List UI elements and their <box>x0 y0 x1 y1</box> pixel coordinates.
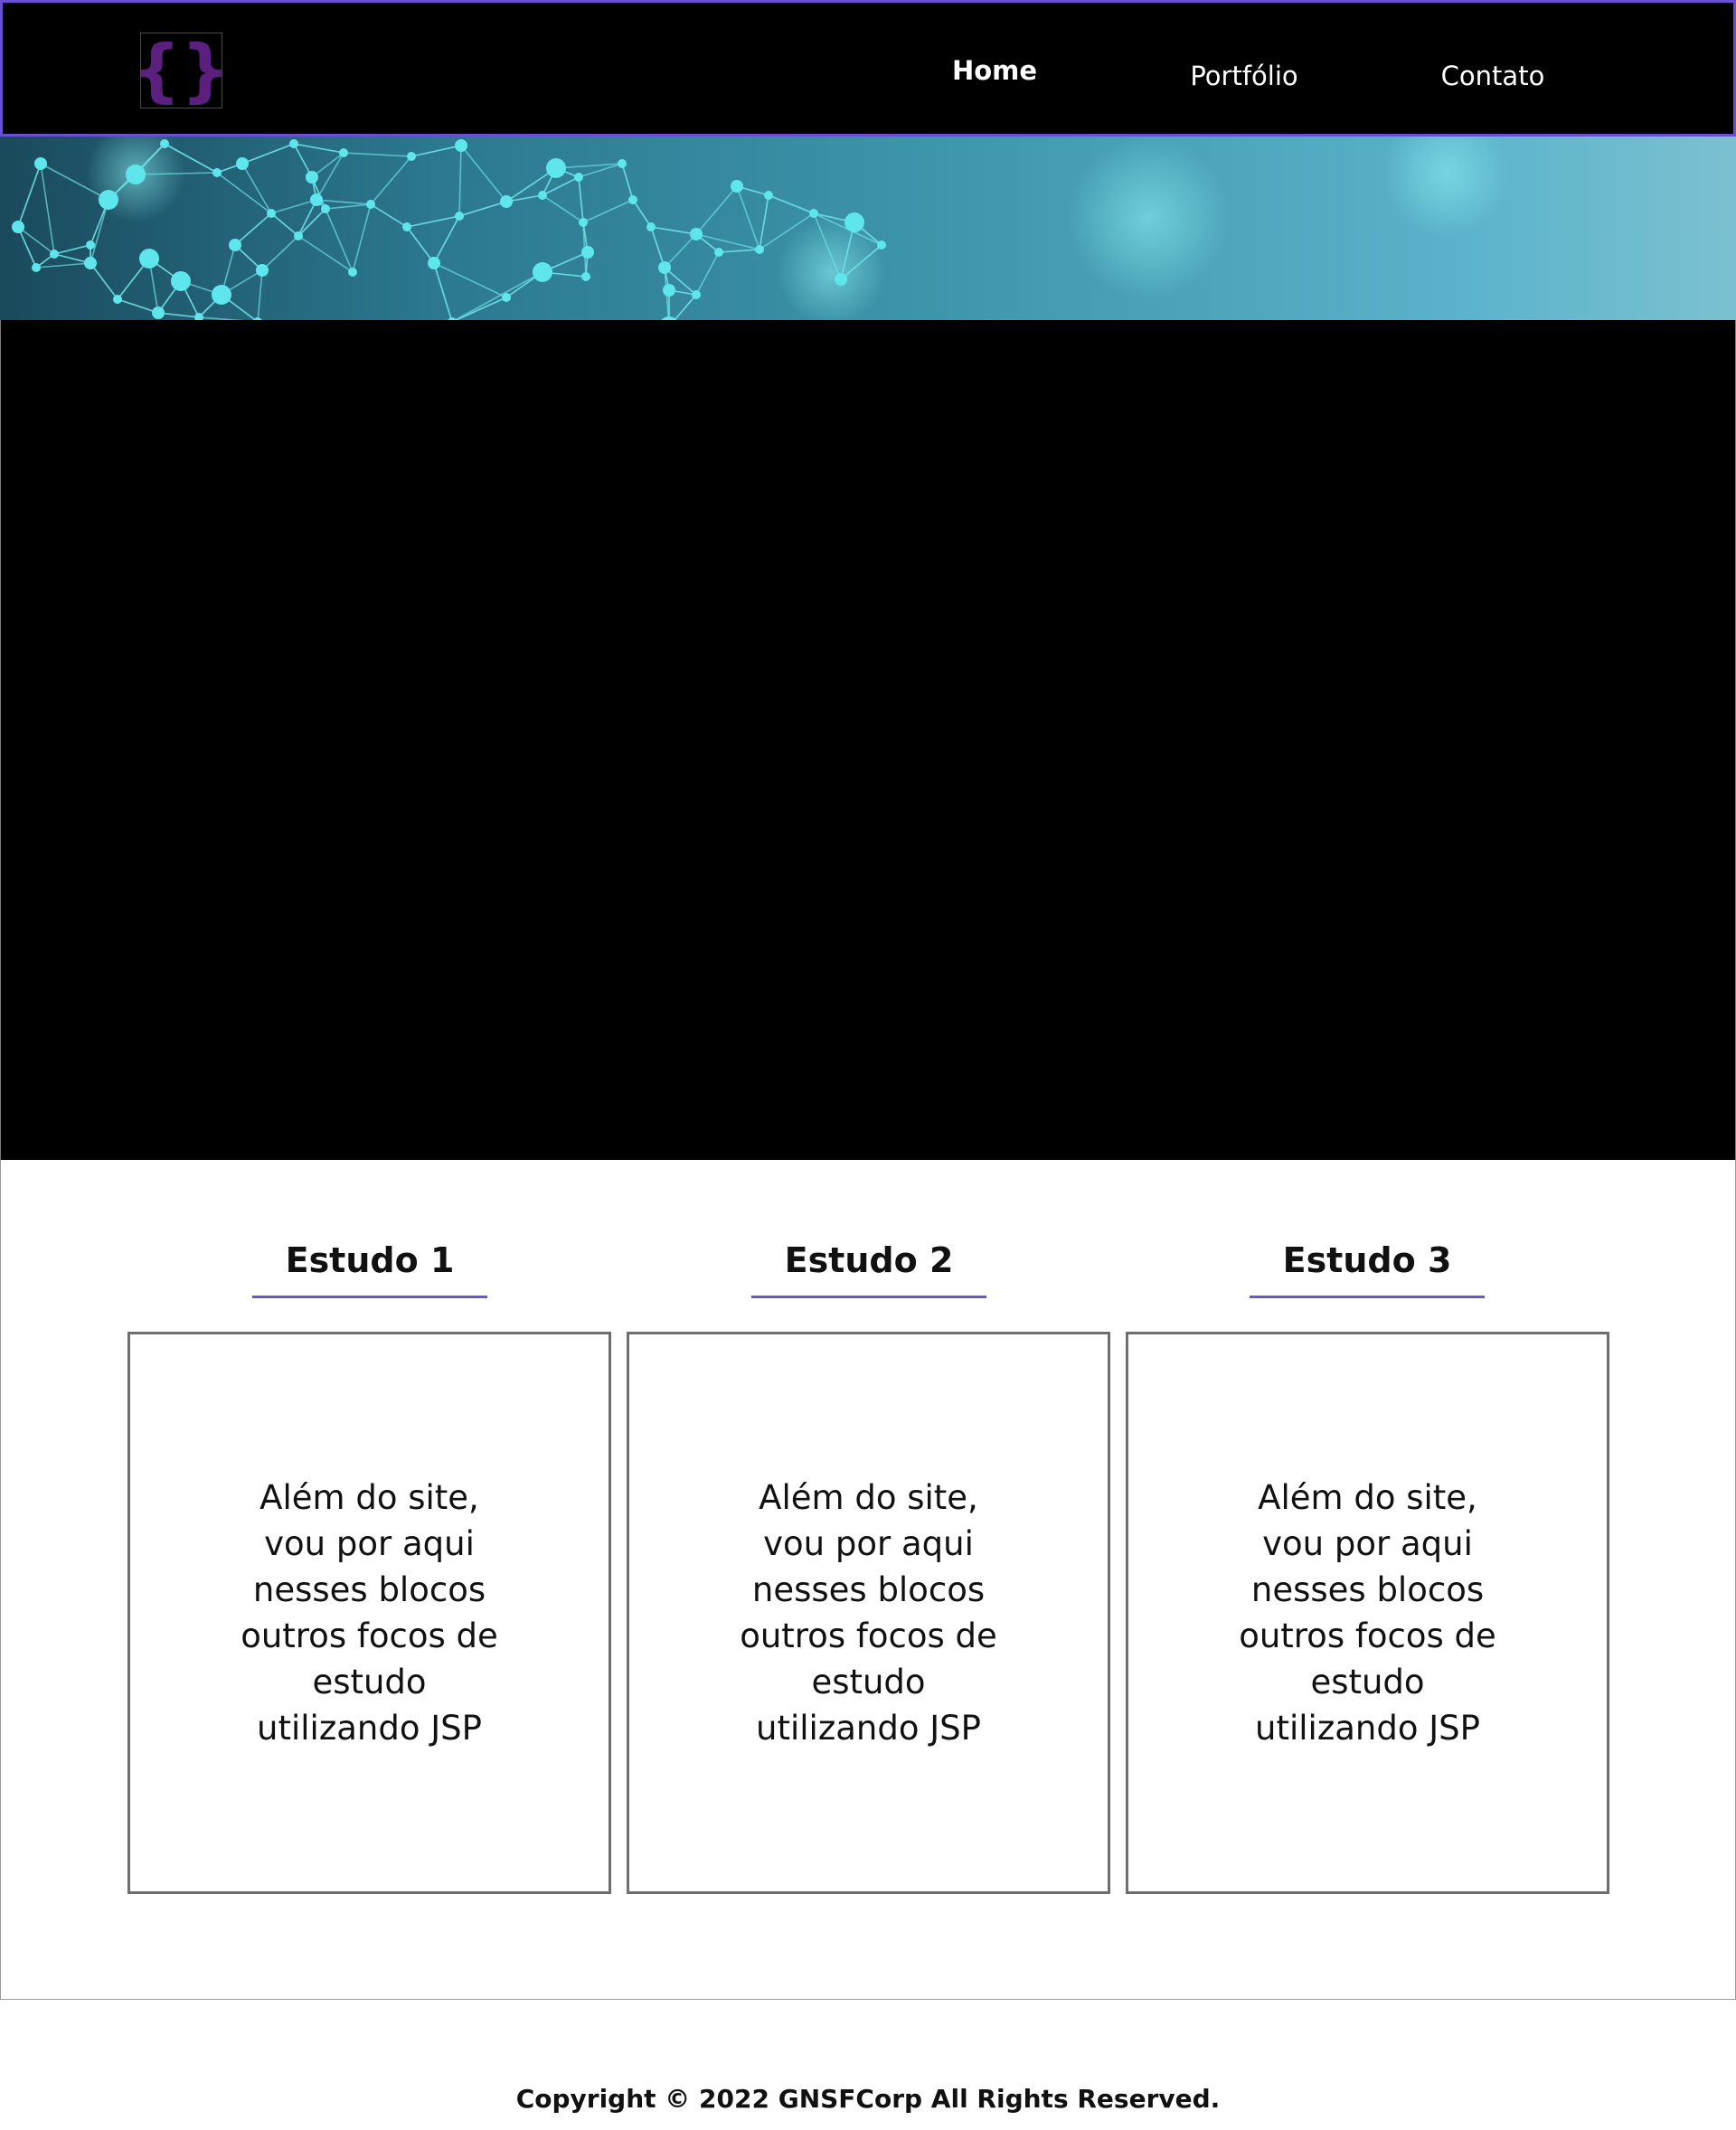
site-header: {} Home Portfólio Contato <box>0 0 1736 137</box>
studies-section: Estudo 1 Estudo 2 Estudo 3 Além do site,… <box>0 1160 1736 2000</box>
logo-link[interactable]: {} <box>140 33 222 108</box>
nav-home-link[interactable]: Home <box>952 55 1037 86</box>
curly-braces-icon: {} <box>141 33 222 108</box>
study-card: Além do site, vou por aqui nesses blocos o… <box>1126 1332 1609 1894</box>
nav-portfolio-link[interactable]: Portfólio <box>1190 61 1297 91</box>
study-card-text: Além do site, vou por aqui nesses blocos o… <box>740 1478 997 1748</box>
nav-contato-link[interactable]: Contato <box>1441 61 1545 91</box>
svg-text:{}: {} <box>141 33 222 108</box>
network-nodes-image <box>12 137 1510 320</box>
study-card: Além do site, vou por aqui nesses blocos o… <box>127 1332 611 1894</box>
study-title: Estudo 2 <box>751 1238 986 1298</box>
copyright-text: Copyright © 2022 GNSFCorp All Rights Res… <box>515 2084 1221 2114</box>
hero-section <box>0 320 1736 1160</box>
study-card: Além do site, vou por aqui nesses blocos o… <box>627 1332 1110 1894</box>
site-footer: Copyright © 2022 GNSFCorp All Rights Res… <box>0 2000 1736 2130</box>
study-card-text: Além do site, vou por aqui nesses blocos o… <box>1239 1478 1496 1748</box>
study-title: Estudo 3 <box>1250 1238 1485 1298</box>
study-card-text: Além do site, vou por aqui nesses blocos o… <box>241 1478 498 1748</box>
banner-image <box>0 137 1736 320</box>
study-title: Estudo 1 <box>252 1238 487 1298</box>
